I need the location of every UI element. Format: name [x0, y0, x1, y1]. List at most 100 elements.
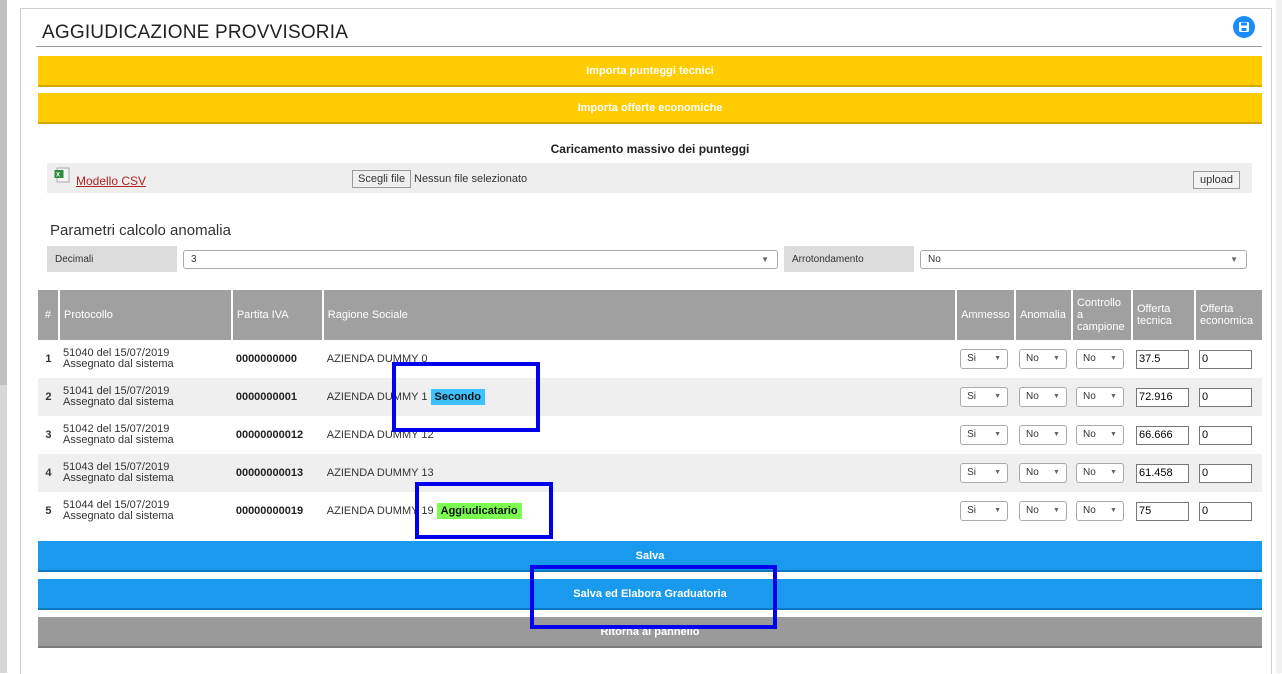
sample-check-select[interactable]: No ▼ [1075, 463, 1124, 483]
check-cell: No ▼ [1072, 340, 1132, 378]
technical-offer-input[interactable] [1135, 425, 1189, 445]
anomaly-select[interactable]: No ▼ [1018, 387, 1067, 407]
chevron-down-icon: ▼ [1053, 355, 1060, 362]
vat-cell: 00000000013 [231, 454, 323, 492]
anomaly-select[interactable]: No ▼ [1018, 425, 1067, 445]
anomaly-value: No [1025, 429, 1039, 440]
bulk-upload-row [47, 163, 1252, 193]
economic-offer-input[interactable] [1198, 463, 1252, 483]
right-scrollbar[interactable] [1276, 0, 1282, 673]
decimals-select[interactable]: 3 ▼ [183, 250, 778, 269]
check-value: No [1082, 429, 1096, 440]
tech-cell [1131, 454, 1195, 492]
econ-cell [1195, 416, 1262, 454]
chevron-down-icon: ▼ [994, 469, 1002, 476]
admitted-select[interactable]: Si ▼ [960, 501, 1009, 521]
row-number: 3 [45, 429, 52, 441]
admitted-select[interactable]: Si ▼ [960, 387, 1009, 407]
admitted-cell: Si ▼ [956, 416, 1015, 454]
technical-offer-input[interactable] [1135, 463, 1189, 483]
protocol-assigned: Assegnato dal sistema [62, 472, 174, 484]
chevron-down-icon: ▼ [1230, 255, 1238, 264]
sample-check-select[interactable]: No ▼ [1075, 425, 1124, 445]
save-and-rank-button[interactable]: Salva ed Elabora Graduatoria [38, 579, 1262, 610]
bidders-table: # Protocollo Partita IVA Ragione Sociale… [38, 290, 1262, 530]
rounding-select[interactable]: No ▼ [920, 250, 1247, 269]
company-name: AZIENDA DUMMY 12 [326, 429, 434, 441]
company-name: AZIENDA DUMMY 1 [326, 391, 428, 403]
econ-cell [1194, 454, 1262, 492]
vat-cell: 0000000000 [235, 353, 298, 365]
choose-file-button[interactable]: Scegli file [352, 170, 412, 188]
save-button[interactable]: Salva [38, 541, 1262, 572]
check-value: No [1082, 391, 1096, 402]
col-protocol: Protocollo [58, 290, 233, 340]
title-divider [36, 46, 1262, 47]
rounding-label: Arrotondamento [784, 246, 914, 272]
sample-check-select[interactable]: No ▼ [1075, 501, 1124, 521]
back-to-panel-button[interactable]: Ritorna al pannello [38, 617, 1262, 648]
admitted-select[interactable]: Si ▼ [960, 349, 1009, 369]
chevron-down-icon: ▼ [1110, 507, 1117, 514]
left-scrollbar-thumb[interactable] [0, 0, 7, 385]
anomaly-select[interactable]: No ▼ [1018, 463, 1067, 483]
anomaly-select[interactable]: No ▼ [1018, 349, 1067, 369]
econ-cell [1195, 492, 1262, 530]
csv-model-link[interactable]: Modello CSV [76, 174, 146, 188]
admitted-cell: Si ▼ [956, 492, 1015, 530]
admitted-select[interactable]: Si ▼ [960, 425, 1009, 445]
floppy-disk-icon [1239, 22, 1249, 32]
company-cell: AZIENDA DUMMY 13 [322, 454, 957, 492]
chevron-down-icon: ▼ [1110, 469, 1117, 476]
table-row: 1 51040 del 15/07/2019 Assegnato dal siste… [38, 340, 1262, 378]
import-economic-offers-button[interactable]: Importa offerte economiche [38, 93, 1262, 124]
anomaly-cell: No ▼ [1014, 378, 1072, 416]
save-icon-button[interactable] [1233, 16, 1255, 38]
technical-offer-input[interactable] [1135, 501, 1189, 521]
import-technical-scores-button[interactable]: Importa punteggi tecnici [38, 56, 1262, 87]
anomaly-select[interactable]: No ▼ [1018, 501, 1067, 521]
admitted-select[interactable]: Si ▼ [960, 463, 1009, 483]
check-cell: No ▼ [1071, 454, 1132, 492]
company-name: AZIENDA DUMMY 0 [326, 353, 428, 365]
col-technical-offer: Offerta tecnica [1131, 290, 1196, 340]
protocol-cell: 51043 del 15/07/2019 Assegnato dal sistem… [58, 454, 232, 492]
economic-offer-input[interactable] [1198, 349, 1252, 369]
rounding-value: No [928, 254, 941, 265]
col-admitted: Ammesso [956, 290, 1016, 340]
rank-badge: Aggiudicatario [436, 503, 522, 519]
anomaly-value: No [1025, 467, 1039, 478]
anomaly-params-title: Parametri calcolo anomalia [50, 222, 231, 239]
col-vat: Partita IVA [231, 290, 324, 340]
protocol-assigned: Assegnato dal sistema [62, 510, 174, 522]
protocol-cell: 51044 del 15/07/2019 Assegnato dal sistem… [59, 492, 232, 530]
chevron-down-icon: ▼ [1053, 469, 1060, 476]
economic-offer-input[interactable] [1198, 501, 1252, 521]
company-cell: AZIENDA DUMMY 0 [323, 340, 956, 378]
technical-offer-input[interactable] [1135, 387, 1189, 407]
file-status-text: Nessun file selezionato [414, 173, 528, 185]
vat-cell: 00000000012 [235, 429, 304, 441]
protocol-cell: 51040 del 15/07/2019 Assegnato dal sistem… [59, 340, 232, 378]
col-company: Ragione Sociale [322, 290, 958, 340]
row-number: 4 [38, 454, 59, 492]
admitted-cell: Si ▼ [956, 340, 1015, 378]
table-header-row: # Protocollo Partita IVA Ragione Sociale… [38, 290, 1262, 340]
upload-button[interactable]: upload [1193, 171, 1240, 189]
chevron-down-icon: ▼ [1053, 431, 1060, 438]
economic-offer-input[interactable] [1198, 425, 1252, 445]
anomaly-value: No [1025, 505, 1039, 516]
svg-text:X: X [56, 173, 60, 179]
technical-offer-input[interactable] [1135, 349, 1189, 369]
econ-cell [1194, 378, 1262, 416]
admitted-value: Si [967, 467, 976, 478]
sample-check-select[interactable]: No ▼ [1075, 387, 1124, 407]
sample-check-select[interactable]: No ▼ [1075, 349, 1124, 369]
tech-cell [1131, 378, 1195, 416]
vat-cell: 0000000001 [231, 378, 323, 416]
company-name: AZIENDA DUMMY 19 [326, 505, 434, 517]
left-scrollbar-track[interactable] [0, 0, 7, 673]
col-anomaly: Anomalia [1014, 290, 1073, 340]
tech-cell [1132, 416, 1195, 454]
economic-offer-input[interactable] [1198, 387, 1252, 407]
